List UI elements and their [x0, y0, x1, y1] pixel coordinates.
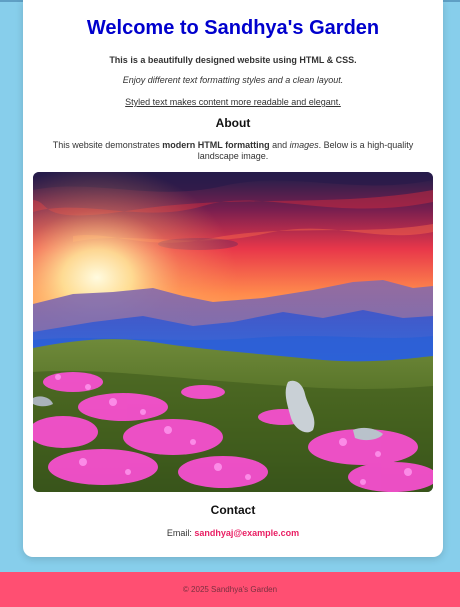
about-heading: About: [215, 116, 251, 130]
intro-underlined-text: Styled text makes content more readable …: [125, 97, 341, 107]
about-paragraph: This website demonstrates modern HTML fo…: [37, 140, 429, 162]
page-title: Welcome to Sandhya's Garden: [86, 17, 380, 39]
contact-email-line: Email: sandhyaj@example.com: [23, 527, 443, 539]
intro-bold-text: This is a beautifully designed website u…: [109, 55, 357, 65]
email-link[interactable]: sandhyaj@example.com: [194, 528, 299, 538]
contact-heading: Contact: [210, 503, 256, 517]
about-italic-text: images: [289, 140, 319, 150]
about-text-middle: and: [269, 140, 290, 150]
content-card: Welcome to Sandhya's Garden This is a be…: [23, 0, 443, 557]
about-bold-text: modern HTML formatting: [162, 140, 270, 150]
landscape-image: [33, 172, 433, 492]
intro-italic-text: Enjoy different text formatting styles a…: [122, 75, 344, 85]
footer: © 2025 Sandhya's Garden: [0, 572, 460, 607]
about-text-start: This website demonstrates: [52, 140, 163, 150]
footer-copyright: © 2025 Sandhya's Garden: [182, 585, 278, 594]
email-label: Email:: [166, 528, 195, 538]
